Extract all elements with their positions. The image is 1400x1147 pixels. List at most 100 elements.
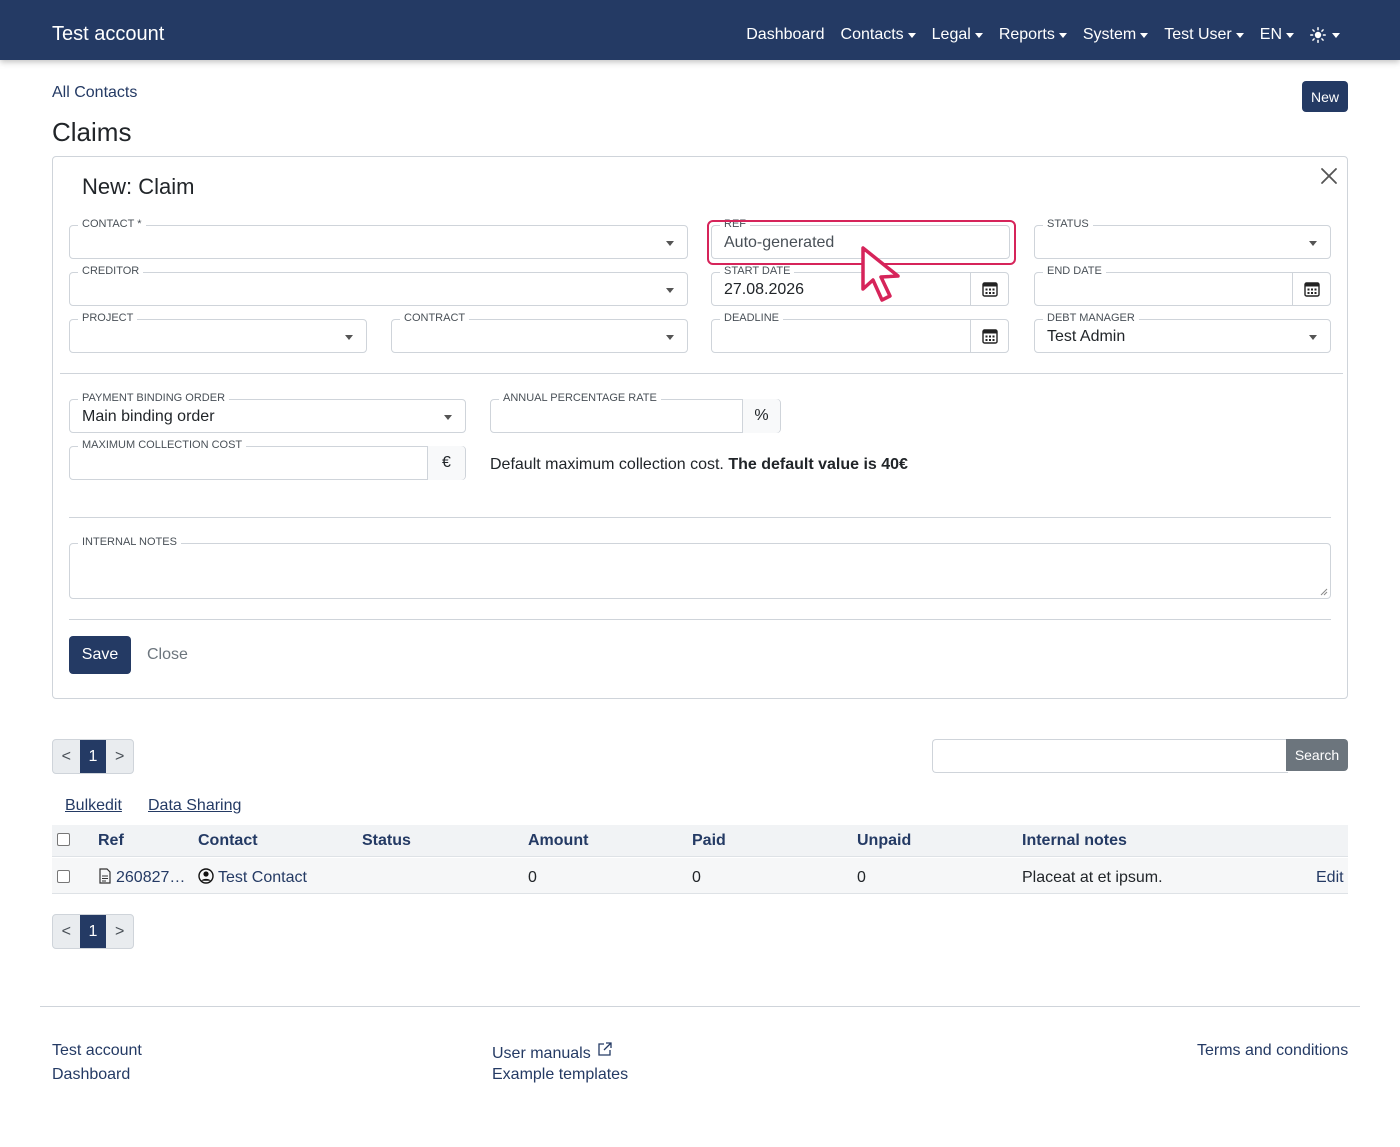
calendar-button[interactable] <box>970 272 1008 306</box>
chevron-down-icon <box>1309 241 1317 246</box>
project-label: Project <box>78 312 138 324</box>
column-header-paid[interactable]: Paid <box>692 831 726 851</box>
row-edit-link[interactable]: Edit <box>1316 868 1344 888</box>
status-label: Status <box>1043 218 1093 230</box>
calendar-icon <box>981 329 998 344</box>
external-link-icon <box>598 1042 612 1056</box>
start-date-label: Start date <box>720 265 795 277</box>
search-input[interactable] <box>932 739 1288 773</box>
caret-down-icon <box>1286 32 1294 38</box>
pagination-next[interactable]: > <box>106 915 133 948</box>
calendar-button[interactable] <box>1292 272 1330 306</box>
nav-dashboard-label: Dashboard <box>746 26 825 43</box>
calendar-button[interactable] <box>970 319 1008 353</box>
section-divider <box>69 517 1331 518</box>
row-paid: 0 <box>692 869 701 886</box>
calendar-icon <box>1303 282 1320 297</box>
row-ref-link[interactable]: 260827… <box>98 868 185 888</box>
euro-addon: € <box>427 446 465 480</box>
deadline-input[interactable]: Deadline <box>711 312 1009 353</box>
new-button[interactable]: New <box>1302 81 1348 112</box>
form-title: New: Claim <box>82 174 195 199</box>
footer-link-account[interactable]: Test account <box>52 1041 142 1061</box>
column-header-contact[interactable]: Contact <box>198 831 258 851</box>
breadcrumb-all-contacts[interactable]: All Contacts <box>52 83 137 103</box>
nav-user-menu[interactable]: Test User <box>1164 24 1244 46</box>
max-collection-cost-label: Maximum collection cost <box>78 439 247 451</box>
collection-cost-help-text: Default maximum collection cost. The def… <box>490 455 908 475</box>
internal-notes-textarea[interactable]: Internal notes <box>69 536 1331 599</box>
nav-contacts-label: Contacts <box>840 26 904 43</box>
column-header-amount[interactable]: Amount <box>528 831 588 851</box>
column-header-status[interactable]: Status <box>362 831 411 851</box>
row-contact-link[interactable]: Test Contact <box>198 868 307 888</box>
table-header: Ref Contact Status Amount Paid Unpaid In… <box>52 825 1348 857</box>
pagination-page-1[interactable]: 1 <box>79 740 107 773</box>
creditor-select[interactable]: Creditor <box>69 265 688 306</box>
caret-down-icon <box>1332 32 1340 38</box>
pagination-prev[interactable]: < <box>53 740 80 773</box>
column-header-unpaid[interactable]: Unpaid <box>857 831 911 851</box>
pagination-next[interactable]: > <box>106 740 133 773</box>
chevron-down-icon <box>1309 335 1317 340</box>
footer-link-user-manuals[interactable]: User manuals <box>492 1041 613 1064</box>
nav-dashboard[interactable]: Dashboard <box>746 24 824 46</box>
data-sharing-link[interactable]: Data Sharing <box>148 796 241 816</box>
chevron-down-icon <box>666 335 674 340</box>
nav-system[interactable]: System <box>1083 24 1149 46</box>
row-checkbox[interactable] <box>57 870 70 883</box>
end-date-label: End date <box>1043 265 1106 277</box>
nav-theme-toggle[interactable] <box>1310 24 1340 46</box>
debt-manager-select[interactable]: Debt manager Test Admin <box>1034 312 1331 353</box>
nav-language-label: EN <box>1259 26 1282 43</box>
project-select[interactable]: Project <box>69 312 367 353</box>
row-internal-notes: Placeat at et ipsum. <box>1022 869 1163 886</box>
calendar-icon <box>981 282 998 297</box>
deadline-label: Deadline <box>720 312 784 324</box>
nav-legal-label: Legal <box>931 26 971 43</box>
close-icon[interactable] <box>1319 166 1339 186</box>
bulkedit-link[interactable]: Bulkedit <box>65 796 122 816</box>
column-header-internal-notes[interactable]: Internal notes <box>1022 831 1127 851</box>
caret-down-icon <box>974 32 983 38</box>
footer-link-terms[interactable]: Terms and conditions <box>1197 1041 1348 1061</box>
internal-notes-label: Internal notes <box>78 536 181 548</box>
payment-binding-order-value: Main binding order <box>82 408 215 425</box>
resize-handle-icon[interactable] <box>1320 588 1328 596</box>
user-manuals-label: User manuals <box>492 1045 591 1062</box>
annual-percentage-rate-label: Annual percentage rate <box>499 392 661 404</box>
page-title: Claims <box>52 117 132 147</box>
pagination-top: < 1 > <box>52 739 134 774</box>
pagination-page-1[interactable]: 1 <box>79 915 107 948</box>
max-collection-cost-input[interactable]: Maximum collection cost € <box>69 439 466 480</box>
nav-user-label: Test User <box>1164 26 1232 43</box>
column-header-ref[interactable]: Ref <box>98 831 124 851</box>
save-button[interactable]: Save <box>69 636 131 674</box>
row-ref: 260827… <box>116 869 186 886</box>
end-date-input[interactable]: End date <box>1034 265 1331 306</box>
nav-reports[interactable]: Reports <box>999 24 1067 46</box>
contact-select[interactable]: Contact * <box>69 218 688 259</box>
nav-menu: Dashboard Contacts Legal Reports System … <box>746 24 1340 46</box>
pagination-prev[interactable]: < <box>53 915 80 948</box>
debt-manager-value: Test Admin <box>1047 328 1126 345</box>
nav-contacts[interactable]: Contacts <box>841 24 916 46</box>
payment-binding-order-select[interactable]: Payment binding order Main binding order <box>69 392 466 433</box>
chevron-down-icon <box>345 335 353 340</box>
contract-select[interactable]: Contract <box>391 312 688 353</box>
brand-title[interactable]: Test account <box>52 22 164 46</box>
debt-manager-label: Debt manager <box>1043 312 1139 324</box>
search-button[interactable]: Search <box>1286 739 1348 771</box>
table-row: 260827… Test Contact 0 0 0 Placeat at et… <box>52 858 1348 894</box>
nav-legal[interactable]: Legal <box>932 24 983 46</box>
close-button[interactable]: Close <box>147 645 188 665</box>
select-all-checkbox[interactable] <box>57 833 70 846</box>
chevron-down-icon <box>666 288 674 293</box>
nav-language[interactable]: EN <box>1260 24 1294 46</box>
help-text-bold: The default value is 40€ <box>728 456 908 473</box>
footer-link-dashboard[interactable]: Dashboard <box>52 1065 130 1085</box>
chevron-down-icon <box>444 415 452 420</box>
status-select[interactable]: Status <box>1034 218 1331 259</box>
annual-percentage-rate-input[interactable]: Annual percentage rate % <box>490 392 781 433</box>
footer-link-example-templates[interactable]: Example templates <box>492 1065 628 1085</box>
